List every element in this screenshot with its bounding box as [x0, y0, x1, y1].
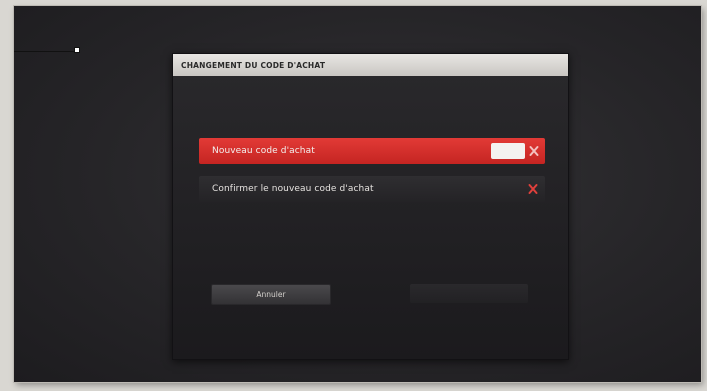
callout-line	[14, 51, 76, 52]
new-code-field[interactable]: Nouveau code d'achat	[199, 138, 545, 164]
new-code-label: Nouveau code d'achat	[212, 146, 315, 156]
close-icon[interactable]	[529, 145, 539, 157]
close-icon[interactable]	[528, 183, 538, 195]
confirm-code-field[interactable]: Confirmer le nouveau code d'achat	[199, 176, 545, 202]
change-purchase-code-dialog: CHANGEMENT DU CODE D'ACHAT Nouveau code …	[172, 53, 569, 360]
confirm-button[interactable]	[410, 284, 528, 303]
new-code-input[interactable]	[491, 143, 525, 159]
dialog-header: CHANGEMENT DU CODE D'ACHAT	[173, 54, 568, 76]
dialog-title: CHANGEMENT DU CODE D'ACHAT	[181, 60, 326, 70]
cancel-button-label: Annuler	[256, 290, 286, 299]
confirm-code-label: Confirmer le nouveau code d'achat	[212, 184, 374, 194]
callout-marker	[74, 47, 80, 53]
cancel-button[interactable]: Annuler	[211, 284, 331, 305]
tv-screen: CHANGEMENT DU CODE D'ACHAT Nouveau code …	[14, 6, 701, 382]
